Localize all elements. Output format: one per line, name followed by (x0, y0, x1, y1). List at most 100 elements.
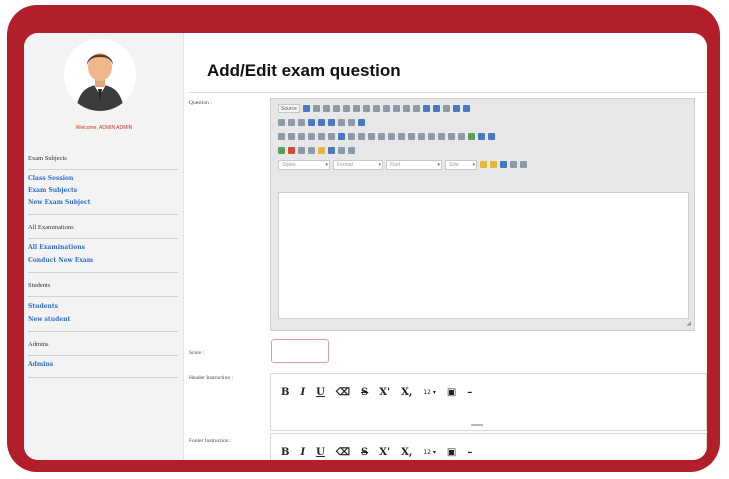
align-right-icon[interactable] (428, 133, 435, 140)
horizontal-rule-icon[interactable] (308, 147, 315, 154)
link-icon[interactable] (468, 133, 475, 140)
paste-text-icon[interactable] (382, 105, 390, 112)
hidden-field-icon[interactable] (358, 119, 365, 126)
superscript-button[interactable]: X' (379, 447, 390, 458)
smiley-icon[interactable] (318, 147, 325, 154)
link-students[interactable]: Students (28, 303, 58, 310)
link-class-session[interactable]: Class Session (28, 175, 73, 182)
bold-button[interactable]: B (281, 447, 289, 458)
redo-icon[interactable] (412, 105, 420, 112)
unlink-icon[interactable] (478, 133, 485, 140)
find-icon[interactable] (422, 105, 430, 112)
eraser-icon[interactable]: ⌫ (336, 387, 350, 398)
subscript-button[interactable]: X, (401, 387, 412, 398)
flash-icon[interactable] (288, 147, 295, 154)
page-break-icon[interactable] (338, 147, 345, 154)
rtl-icon[interactable] (458, 133, 465, 140)
checkbox-icon[interactable] (288, 119, 295, 126)
format-dropdown[interactable]: Format (333, 159, 383, 170)
italic-button[interactable]: I (300, 387, 305, 398)
select-field-icon[interactable] (328, 119, 335, 126)
italic-icon[interactable] (288, 133, 295, 140)
paste-word-icon[interactable] (392, 105, 400, 112)
styles-dropdown[interactable]: Styles (278, 159, 330, 170)
question-text-area[interactable] (278, 192, 689, 319)
save-icon[interactable] (302, 105, 310, 112)
bold-icon[interactable] (278, 133, 285, 140)
textarea-icon[interactable] (318, 119, 325, 126)
outdent-icon[interactable] (368, 133, 375, 140)
preview-icon[interactable] (322, 105, 330, 112)
image-button-icon[interactable] (348, 119, 355, 126)
new-page-icon[interactable] (312, 105, 320, 112)
align-left-icon[interactable] (408, 133, 415, 140)
hr-button[interactable]: – (467, 447, 472, 458)
form-icon[interactable] (278, 119, 285, 126)
spellcheck-icon[interactable] (452, 105, 460, 112)
hr-button[interactable]: – (467, 387, 472, 398)
table-icon[interactable] (298, 147, 305, 154)
superscript-button[interactable]: X' (379, 387, 390, 398)
superscript-icon[interactable] (328, 133, 335, 140)
resize-grip-icon[interactable]: ◢ (686, 320, 691, 327)
footer-instruction-editor[interactable]: B I U ⌫ S X' X, 12 ▾ ▣ – (270, 433, 707, 460)
underline-icon[interactable] (298, 133, 305, 140)
link-admins[interactable]: Admins (28, 361, 53, 368)
replace-icon[interactable] (432, 105, 440, 112)
italic-button[interactable]: I (300, 447, 305, 458)
print-icon[interactable] (332, 105, 340, 112)
radio-icon[interactable] (298, 119, 305, 126)
question-rich-editor[interactable]: Source Styles ▾ Format ▾ Font ▾ Size ▾ ◢ (270, 98, 695, 331)
iframe-icon[interactable] (348, 147, 355, 154)
bold-button[interactable]: B (281, 387, 289, 398)
blockquote-icon[interactable] (388, 133, 395, 140)
font-dropdown[interactable]: Font (386, 159, 442, 170)
ltr-icon[interactable] (448, 133, 455, 140)
resize-grip-icon[interactable] (471, 424, 483, 426)
subscript-icon[interactable] (318, 133, 325, 140)
textfield-icon[interactable] (308, 119, 315, 126)
strike-button[interactable]: S (361, 447, 368, 458)
link-new-student[interactable]: New student (28, 316, 70, 323)
templates-icon[interactable] (342, 105, 350, 112)
select-all-icon[interactable] (442, 105, 450, 112)
bg-color-icon[interactable] (490, 161, 497, 168)
underline-button[interactable]: U (316, 447, 325, 458)
indent-icon[interactable] (378, 133, 385, 140)
eraser-icon[interactable]: ⌫ (336, 447, 350, 458)
remove-format-icon[interactable] (338, 133, 345, 140)
numbered-list-icon[interactable] (348, 133, 355, 140)
link-new-exam-subject[interactable]: New Exam Subject (28, 199, 90, 206)
show-blocks-icon[interactable] (510, 161, 517, 168)
link-conduct-new-exam[interactable]: Conduct New Exam (28, 257, 93, 264)
copy-icon[interactable] (362, 105, 370, 112)
special-char-icon[interactable] (328, 147, 335, 154)
button-field-icon[interactable] (338, 119, 345, 126)
link-exam-subjects[interactable]: Exam Subjects (28, 187, 77, 194)
text-color-icon[interactable] (480, 161, 487, 168)
cut-icon[interactable] (352, 105, 360, 112)
justify-icon[interactable] (438, 133, 445, 140)
strike-button[interactable]: S (361, 387, 368, 398)
link-all-examinations[interactable]: All Examinations (28, 244, 85, 251)
size-dropdown[interactable]: Size (445, 159, 477, 170)
strike-icon[interactable] (308, 133, 315, 140)
image-icon[interactable]: ▣ (447, 387, 456, 398)
align-center-icon[interactable] (418, 133, 425, 140)
image-icon[interactable]: ▣ (447, 447, 456, 458)
subscript-button[interactable]: X, (401, 447, 412, 458)
image-icon[interactable] (278, 147, 285, 154)
about-icon[interactable] (520, 161, 527, 168)
maximize-icon[interactable] (500, 161, 507, 168)
font-size-dropdown[interactable]: 12 ▾ (423, 449, 436, 456)
bulleted-list-icon[interactable] (358, 133, 365, 140)
font-size-dropdown[interactable]: 12 ▾ (423, 389, 436, 396)
div-icon[interactable] (398, 133, 405, 140)
source-button[interactable]: Source (278, 104, 300, 113)
paste-icon[interactable] (372, 105, 380, 112)
scayt-icon[interactable] (462, 105, 470, 112)
header-instruction-editor[interactable]: B I U ⌫ S X' X, 12 ▾ ▣ – (270, 373, 707, 431)
anchor-icon[interactable] (488, 133, 495, 140)
undo-icon[interactable] (402, 105, 410, 112)
underline-button[interactable]: U (316, 387, 325, 398)
